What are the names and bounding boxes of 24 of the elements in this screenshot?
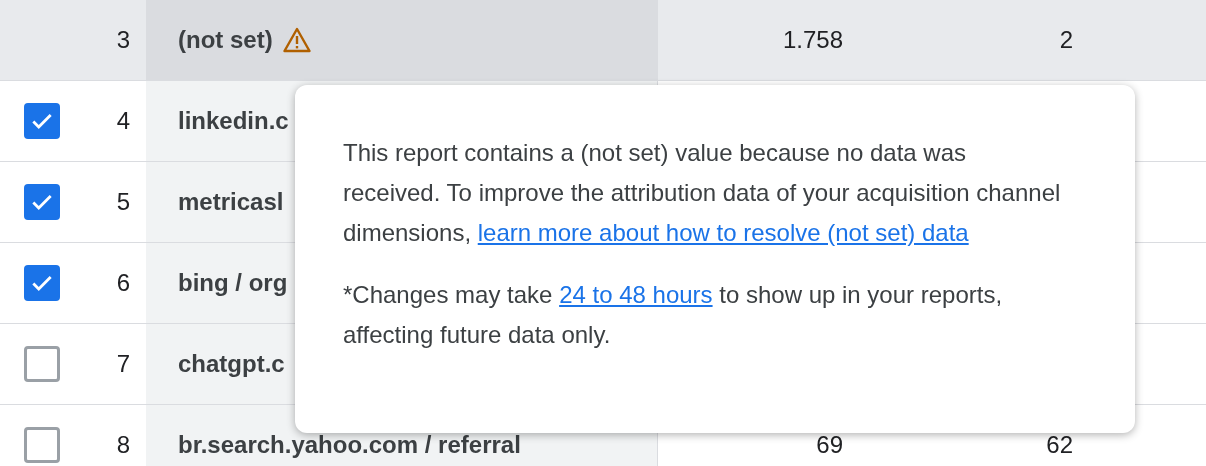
checkbox[interactable] bbox=[24, 184, 60, 220]
row-number: 5 bbox=[116, 188, 130, 215]
row-number: 8 bbox=[116, 431, 130, 458]
metric-value: 62 bbox=[1046, 431, 1073, 458]
row-number: 3 bbox=[116, 26, 130, 53]
metric-value: 69 bbox=[816, 431, 843, 458]
metric-value: 1.758 bbox=[782, 26, 843, 53]
source-name[interactable]: (not set) bbox=[178, 22, 273, 58]
checkbox[interactable] bbox=[24, 346, 60, 382]
source-name[interactable]: bing / org bbox=[178, 265, 288, 301]
source-name[interactable]: linkedin.c bbox=[178, 103, 289, 139]
row-number: 6 bbox=[116, 269, 130, 296]
checkbox[interactable] bbox=[24, 103, 60, 139]
tooltip-text: This report contains a (not set) value because no data was received. To improve the attribution data of your acquisition channel dimensions, learn more about how to resolve (not set) data bbox=[343, 138, 1062, 248]
checkbox[interactable] bbox=[24, 427, 60, 463]
row-number: 4 bbox=[116, 107, 130, 134]
help-link[interactable]: learn more about how to resolve (not set) data bbox=[477, 219, 969, 246]
source-name[interactable]: metricasl bbox=[178, 184, 284, 220]
row-number: 7 bbox=[116, 350, 130, 377]
checkbox[interactable] bbox=[24, 265, 60, 301]
help-link[interactable]: 24 to 48 hours bbox=[559, 281, 713, 308]
metric-value: 2 bbox=[1059, 26, 1073, 53]
tooltip-text: *Changes may take 24 to 48 hours to show up in your reports, affecting future data only. bbox=[343, 280, 1004, 350]
source-name[interactable]: chatgpt.c bbox=[178, 346, 285, 382]
